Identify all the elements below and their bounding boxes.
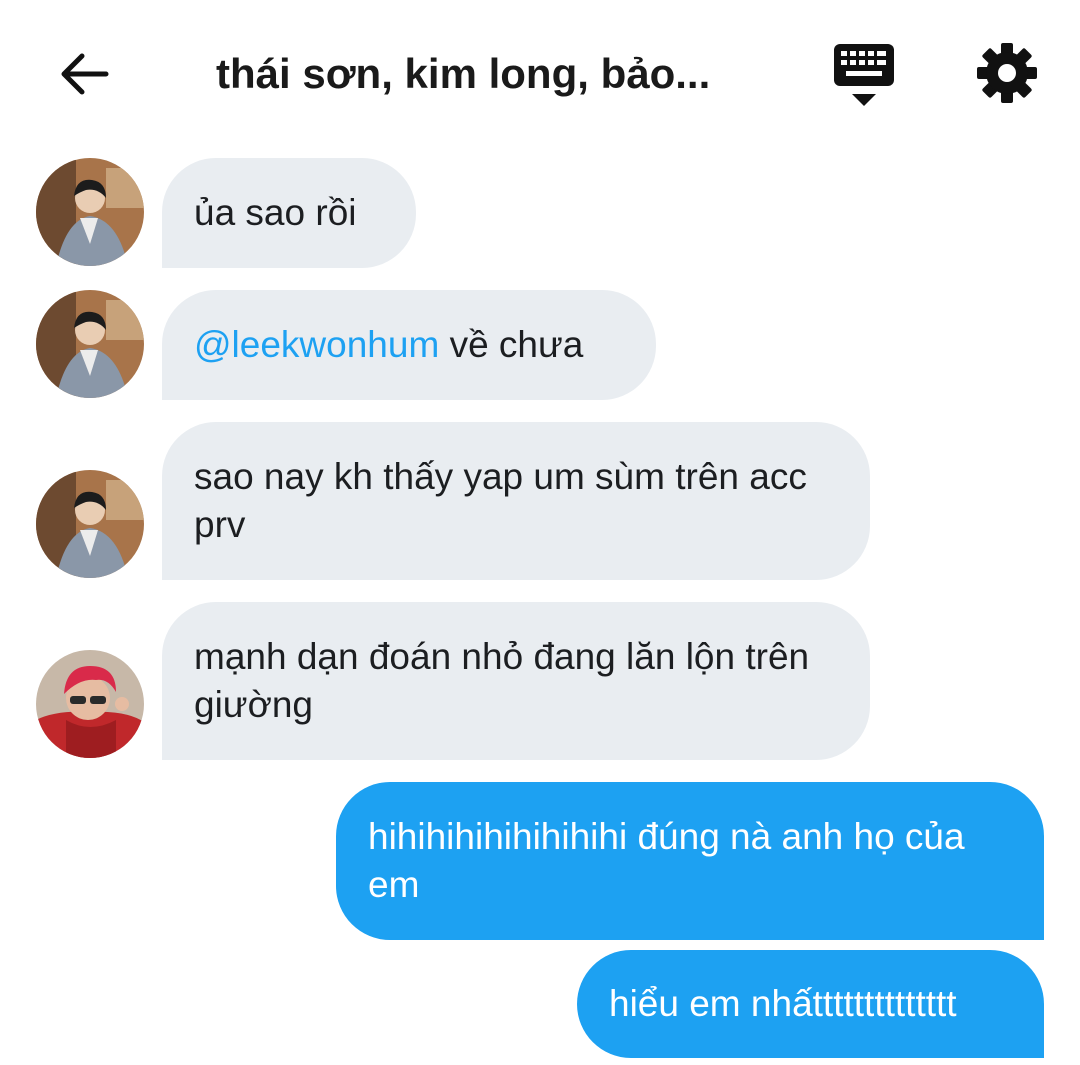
message-text: hihihihihihihihihi đúng nà anh họ của em [368,816,965,905]
avatar-gray-cardigan-icon [36,290,144,398]
message-row: mạnh dạn đoán nhỏ đang lăn lộn trên giườ… [0,602,1080,760]
message-row-outgoing: hihihihihihihihihi đúng nà anh họ của em [0,782,1080,940]
avatar[interactable] [36,650,144,758]
gear-icon [977,43,1037,103]
message-text: hiểu em nhấtttttttttttttt [609,983,957,1024]
message-bubble[interactable]: ủa sao rồi [162,158,416,268]
message-row: sao nay kh thấy yap um sùm trên acc prv [0,422,1080,580]
message-bubble[interactable]: sao nay kh thấy yap um sùm trên acc prv [162,422,870,580]
avatar-gray-cardigan-icon [36,158,144,266]
arrow-left-icon [61,53,109,95]
message-bubble-outgoing[interactable]: hiểu em nhấtttttttttttttt [577,950,1044,1058]
avatar[interactable] [36,158,144,266]
conversation-title[interactable]: thái sơn, kim long, bảo... [216,44,776,104]
avatar-red-hair-icon [36,650,144,758]
keyboard-button[interactable] [832,40,896,110]
message-text: ủa sao rồi [194,192,357,233]
message-text-rest: về chưa [439,324,584,365]
message-row: @leekwonhum về chưa [0,290,1080,400]
message-bubble-outgoing[interactable]: hihihihihihihihihi đúng nà anh họ của em [336,782,1044,940]
message-row-outgoing: hiểu em nhấtttttttttttttt [0,950,1080,1060]
avatar-gray-cardigan-icon [36,470,144,578]
back-button[interactable] [52,42,116,106]
keyboard-icon [834,44,894,106]
message-row: ủa sao rồi [0,158,1080,268]
conversation-header: thái sơn, kim long, bảo... [0,0,1080,140]
avatar[interactable] [36,290,144,398]
message-bubble[interactable]: @leekwonhum về chưa [162,290,656,400]
avatar[interactable] [36,470,144,578]
settings-button[interactable] [974,40,1040,106]
user-mention-link[interactable]: @leekwonhum [194,324,439,365]
message-text: mạnh dạn đoán nhỏ đang lăn lộn trên giườ… [194,636,810,725]
message-text: sao nay kh thấy yap um sùm trên acc prv [194,456,807,545]
message-bubble[interactable]: mạnh dạn đoán nhỏ đang lăn lộn trên giườ… [162,602,870,760]
message-text: @leekwonhum về chưa [194,321,583,369]
